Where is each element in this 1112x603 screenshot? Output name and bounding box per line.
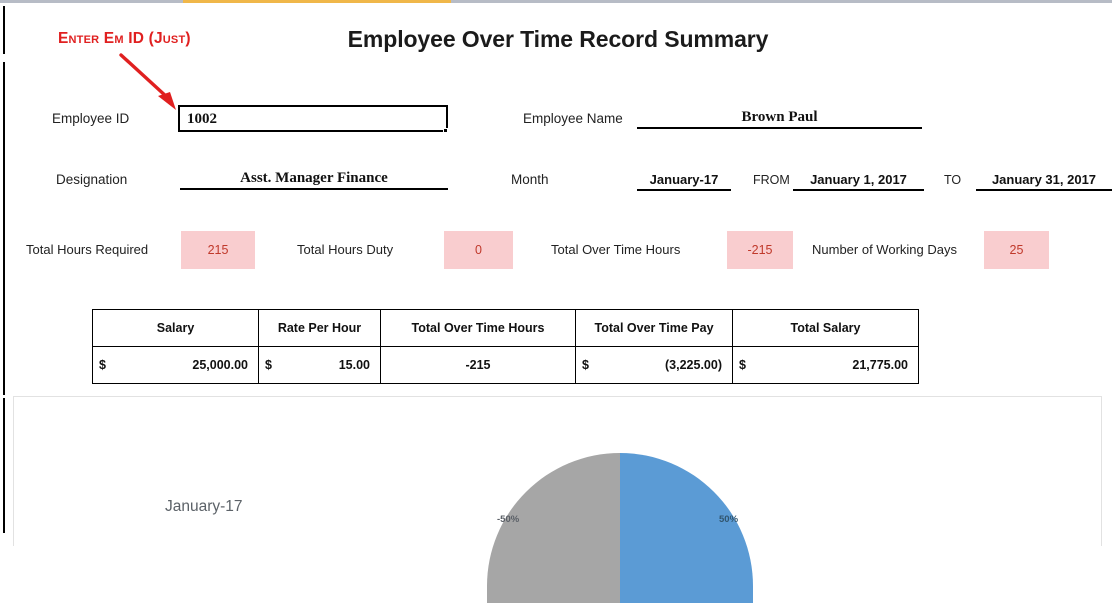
column-header-total-salary: Total Salary (732, 309, 919, 347)
employee-id-label: Employee ID (52, 111, 130, 126)
employee-name-value[interactable]: Brown Paul (637, 108, 922, 129)
month-value[interactable]: January-17 (637, 170, 731, 191)
spreadsheet-canvas: Enter Em ID (Just) Employee Over Time Re… (0, 0, 1112, 603)
cell-total-salary: $ 21,775.00 (732, 346, 919, 384)
window-top-rule-accent (183, 0, 451, 3)
cell-fill-handle[interactable] (443, 128, 448, 133)
column-header-total-over-time-hours: Total Over Time Hours (380, 309, 576, 347)
cell-rate-per-hour: $ 15.00 (258, 346, 381, 384)
employee-id-input[interactable]: 1002 (178, 105, 448, 132)
cell-total-salary-currency: $ (739, 358, 746, 372)
table-row: $ 25,000.00 $ 15.00 -215 $ (3,225.00) $ … (92, 346, 919, 384)
stat-label-total-hours-duty: Total Hours Duty (297, 242, 394, 257)
cell-total-salary-amount: 21,775.00 (852, 358, 908, 372)
stat-value-total-over-time-hours: -215 (727, 231, 793, 269)
column-header-total-over-time-pay: Total Over Time Pay (575, 309, 733, 347)
from-value[interactable]: January 1, 2017 (793, 170, 924, 191)
left-border-segment-bottom (3, 398, 5, 533)
cell-salary-amount: 25,000.00 (192, 358, 248, 372)
cell-salary-currency: $ (99, 358, 106, 372)
pie-slice-label-positive: 50% (719, 514, 739, 525)
page-title-text: Employee Over Time Record Summary (347, 26, 769, 52)
window-top-rule (0, 0, 1112, 3)
to-value[interactable]: January 31, 2017 (976, 170, 1112, 191)
cell-total-over-time-pay-amount: (3,225.00) (665, 358, 722, 372)
column-header-rate-per-hour: Rate Per Hour (258, 309, 381, 347)
cell-rate-per-hour-amount: 15.00 (338, 358, 370, 372)
designation-label: Designation (56, 172, 128, 187)
chart-category-label: January-17 (165, 498, 243, 515)
salary-summary-table: Salary Rate Per Hour Total Over Time Hou… (92, 309, 919, 384)
cell-total-over-time-pay-currency: $ (582, 358, 589, 372)
pie-chart[interactable] (487, 453, 753, 603)
to-label: TO (944, 173, 962, 187)
pie-slice-label-negative: -50% (497, 514, 520, 525)
pie-slice-negative (487, 453, 620, 603)
month-label: Month (511, 172, 549, 187)
cell-total-over-time-hours: -215 (380, 346, 576, 384)
stat-label-total-hours-required: Total Hours Required (26, 242, 149, 257)
left-border-segment-middle (3, 62, 5, 395)
cell-total-over-time-hours-value: -215 (465, 358, 491, 372)
cell-rate-per-hour-currency: $ (265, 358, 272, 372)
stat-value-number-of-working-days: 25 (984, 231, 1049, 269)
from-label: FROM (753, 173, 790, 187)
table-header-row: Salary Rate Per Hour Total Over Time Hou… (92, 309, 919, 347)
employee-name-label: Employee Name (523, 111, 623, 126)
cell-salary: $ 25,000.00 (92, 346, 259, 384)
stat-label-total-over-time-hours: Total Over Time Hours (551, 242, 681, 257)
stat-value-total-hours-required: 215 (181, 231, 255, 269)
column-header-salary: Salary (92, 309, 259, 347)
stat-value-total-hours-duty: 0 (444, 231, 513, 269)
cell-total-over-time-pay: $ (3,225.00) (575, 346, 733, 384)
stat-label-number-of-working-days: Number of Working Days (812, 242, 957, 257)
designation-value[interactable]: Asst. Manager Finance (180, 169, 448, 190)
page-title: Employee Over Time Record Summary (0, 26, 1112, 53)
pie-slice-positive (620, 453, 753, 603)
